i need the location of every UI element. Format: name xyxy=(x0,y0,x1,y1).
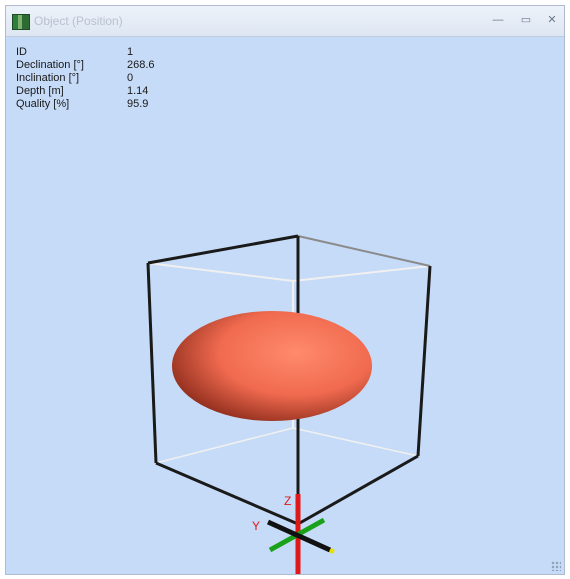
y-axis-label: Y xyxy=(252,519,260,533)
axis-gizmo: Z Y xyxy=(252,494,335,574)
close-button[interactable]: ✕ xyxy=(544,12,560,28)
detected-object-ellipsoid[interactable] xyxy=(172,311,372,421)
restore-icon: ▭ xyxy=(520,14,532,26)
app-icon xyxy=(12,14,30,30)
minimize-icon: — xyxy=(492,14,504,26)
resize-grip[interactable] xyxy=(551,561,561,571)
maximize-button[interactable]: ▭ xyxy=(518,12,534,28)
z-axis-label: Z xyxy=(284,494,291,508)
window-title: Object (Position) xyxy=(34,14,123,28)
close-icon: ✕ xyxy=(547,14,557,26)
3d-viewport[interactable]: Z Y xyxy=(6,36,564,574)
minimize-button[interactable]: — xyxy=(490,12,506,28)
object-position-window: Object (Position) — ▭ ✕ ID 1 Declination… xyxy=(5,5,565,575)
title-bar[interactable]: Object (Position) — ▭ ✕ xyxy=(6,6,564,37)
